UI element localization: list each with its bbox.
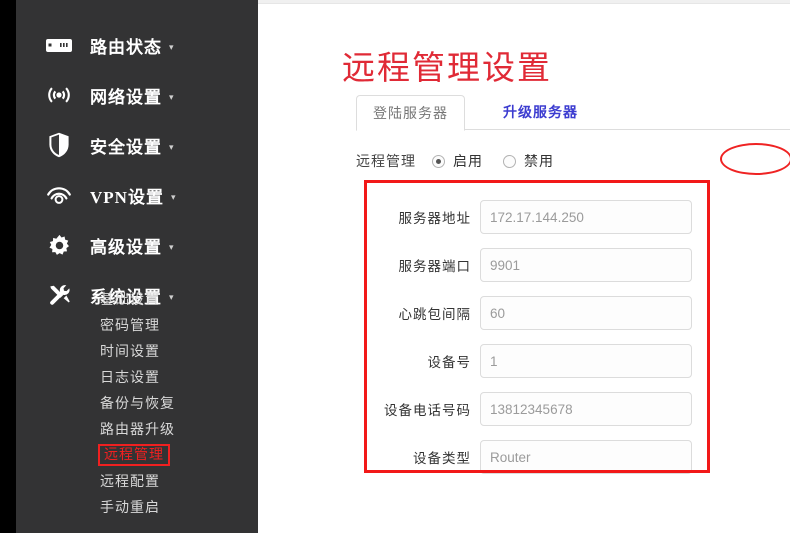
submenu-item-backup-restore[interactable]: 备份与恢复 bbox=[16, 390, 258, 416]
field-row-server-port: 服务器端口 bbox=[364, 241, 710, 289]
radio-enable-indicator[interactable] bbox=[432, 154, 445, 168]
submenu-item-label: 日志设置 bbox=[100, 369, 160, 385]
wifi-signal-icon bbox=[42, 82, 76, 108]
tab-label: 升级服务器 bbox=[503, 104, 578, 120]
sidebar-item-label: 安全设置 bbox=[90, 137, 162, 157]
submenu-item-time-settings[interactable]: 时间设置 bbox=[16, 338, 258, 364]
sidebar-submenu-system: 基础设置 密码管理 时间设置 日志设置 备份与恢复 路由器升级 远程管理 远程配… bbox=[16, 286, 258, 520]
device-phone-label: 设备电话号码 bbox=[384, 403, 471, 418]
shield-icon bbox=[42, 132, 76, 158]
submenu-item-manual-reboot[interactable]: 手动重启 bbox=[16, 494, 258, 520]
annotation-ellipse-enable bbox=[720, 143, 790, 175]
submenu-item-password-management[interactable]: 密码管理 bbox=[16, 312, 258, 338]
chevron-down-icon: ▾ bbox=[170, 191, 176, 202]
submenu-item-label: 基础设置 bbox=[100, 291, 160, 307]
submenu-item-label: 备份与恢复 bbox=[100, 395, 175, 411]
radio-disable[interactable]: 禁用 bbox=[503, 151, 554, 171]
tab-upgrade-server[interactable]: 升级服务器 bbox=[487, 94, 594, 130]
remote-management-label: 远程管理 bbox=[356, 153, 416, 169]
remote-management-form: 服务器地址 服务器端口 心跳包间隔 设备号 设备电话号码 设备类型 bbox=[364, 180, 710, 474]
submenu-item-label: 路由器升级 bbox=[100, 421, 175, 437]
sidebar-item-security-settings[interactable]: 安全设置 ▾ bbox=[16, 120, 258, 170]
top-divider bbox=[258, 0, 790, 4]
sidebar-item-label: VPN设置 bbox=[90, 187, 164, 207]
submenu-item-basic-settings[interactable]: 基础设置 bbox=[16, 286, 258, 312]
sidebar-item-label: 路由状态 bbox=[90, 37, 162, 57]
sidebar-item-router-status[interactable]: 路由状态 ▾ bbox=[16, 20, 258, 70]
chevron-down-icon: ▾ bbox=[169, 141, 174, 152]
chevron-down-icon: ▾ bbox=[169, 91, 174, 102]
chevron-down-icon: ▾ bbox=[169, 41, 174, 52]
sidebar-item-network-settings[interactable]: 网络设置 ▾ bbox=[16, 70, 258, 120]
device-type-input[interactable] bbox=[480, 440, 692, 474]
submenu-item-remote-management[interactable]: 远程管理 bbox=[16, 442, 258, 468]
sidebar-item-label: 网络设置 bbox=[90, 87, 162, 107]
server-address-input[interactable] bbox=[480, 200, 692, 234]
submenu-item-label: 远程管理 bbox=[98, 444, 170, 466]
remote-management-page: 路由状态 ▾ 网络设置 ▾ 安全设置 ▾ VPN设置 ▾ 高级设置 ▾ 系统设置… bbox=[0, 0, 790, 533]
device-phone-input[interactable] bbox=[480, 392, 692, 426]
radio-enable-label: 启用 bbox=[453, 153, 483, 169]
submenu-item-label: 远程配置 bbox=[100, 473, 160, 489]
field-row-device-type: 设备类型 bbox=[364, 433, 710, 481]
device-number-input[interactable] bbox=[480, 344, 692, 378]
server-port-label: 服务器端口 bbox=[398, 259, 471, 274]
field-row-heartbeat-interval: 心跳包间隔 bbox=[364, 289, 710, 337]
left-black-gutter bbox=[0, 0, 16, 533]
submenu-item-router-upgrade[interactable]: 路由器升级 bbox=[16, 416, 258, 442]
vpn-waves-icon bbox=[42, 182, 76, 208]
submenu-item-label: 密码管理 bbox=[100, 317, 160, 333]
sidebar-item-label: 高级设置 bbox=[90, 237, 162, 257]
server-port-input[interactable] bbox=[480, 248, 692, 282]
heartbeat-interval-label: 心跳包间隔 bbox=[398, 307, 471, 322]
sidebar-item-advanced-settings[interactable]: 高级设置 ▾ bbox=[16, 220, 258, 270]
tab-login-server[interactable]: 登陆服务器 bbox=[356, 95, 465, 131]
sidebar: 路由状态 ▾ 网络设置 ▾ 安全设置 ▾ VPN设置 ▾ 高级设置 ▾ 系统设置… bbox=[16, 0, 258, 533]
radio-disable-indicator[interactable] bbox=[503, 154, 516, 168]
tab-bar: 登陆服务器 升级服务器 bbox=[356, 94, 790, 131]
field-row-device-phone: 设备电话号码 bbox=[364, 385, 710, 433]
submenu-item-label: 时间设置 bbox=[100, 343, 160, 359]
tab-label: 登陆服务器 bbox=[373, 105, 448, 121]
heartbeat-interval-input[interactable] bbox=[480, 296, 692, 330]
submenu-item-log-settings[interactable]: 日志设置 bbox=[16, 364, 258, 390]
chevron-down-icon: ▾ bbox=[169, 241, 174, 252]
device-type-label: 设备类型 bbox=[413, 451, 471, 466]
submenu-item-label: 手动重启 bbox=[100, 499, 160, 515]
main-content: 远程管理设置 登陆服务器 升级服务器 远程管理 启用 禁用 服务器地址 172.… bbox=[258, 0, 790, 533]
remote-management-switch: 远程管理 启用 禁用 bbox=[356, 150, 574, 172]
gear-icon bbox=[42, 232, 76, 258]
device-number-label: 设备号 bbox=[427, 355, 471, 370]
field-row-device-number: 设备号 bbox=[364, 337, 710, 385]
submenu-item-remote-config[interactable]: 远程配置 bbox=[16, 468, 258, 494]
field-row-server-address: 服务器地址 bbox=[364, 193, 710, 241]
radio-disable-label: 禁用 bbox=[524, 153, 554, 169]
sidebar-item-vpn-settings[interactable]: VPN设置 ▾ bbox=[16, 170, 258, 220]
radio-enable[interactable]: 启用 bbox=[432, 151, 483, 171]
sidebar-nav: 路由状态 ▾ 网络设置 ▾ 安全设置 ▾ VPN设置 ▾ 高级设置 ▾ 系统设置… bbox=[16, 20, 258, 320]
server-address-label: 服务器地址 bbox=[398, 211, 471, 226]
page-title: 远程管理设置 bbox=[342, 51, 552, 87]
router-status-icon bbox=[42, 32, 76, 58]
